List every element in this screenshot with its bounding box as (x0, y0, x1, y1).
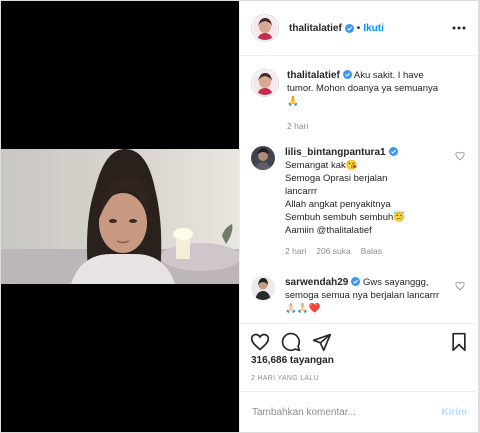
avatar[interactable] (251, 276, 275, 300)
comments-list[interactable]: thalitalatief Aku sakit. I have tumor. M… (240, 57, 479, 321)
comment-line: Semangat kak😘 (285, 160, 358, 171)
header-username[interactable]: thalitalatief (289, 23, 342, 34)
caption-row: thalitalatief Aku sakit. I have tumor. M… (240, 69, 479, 133)
avatar[interactable] (251, 14, 279, 42)
verified-icon (344, 23, 354, 33)
header-user-info: thalitalatief • Ikuti (289, 23, 450, 34)
post-header: thalitalatief • Ikuti (240, 1, 478, 56)
comment-body: lilis_bintangpantura1 Semangat kak😘 Semo… (285, 146, 450, 258)
comment-body: sarwendah29 Gws sayanggg, semoga semua n… (285, 276, 450, 315)
view-count[interactable]: 316,686 tayangan (251, 355, 334, 366)
comment-likes[interactable]: 206 suka (316, 245, 351, 258)
verified-icon (342, 70, 352, 79)
heart-icon[interactable] (455, 281, 465, 291)
comment-item: sarwendah29 Gws sayanggg, semoga semua n… (240, 276, 479, 315)
bookmark-icon[interactable] (449, 332, 469, 352)
heart-icon[interactable] (455, 151, 465, 161)
verified-icon (388, 147, 398, 156)
comment-line: Allah angkat penyakitnya (285, 199, 391, 210)
caption-username[interactable]: thalitalatief (287, 70, 340, 81)
comment-icon[interactable] (281, 332, 301, 352)
caption-time[interactable]: 2 hari (287, 120, 308, 133)
share-icon[interactable] (312, 332, 332, 352)
comment-line: Semoga Oprasi berjalan (285, 173, 388, 184)
avatar[interactable] (251, 146, 275, 170)
comment-line: Aamiin @thalitalatief (285, 225, 372, 236)
reply-button[interactable]: Balas (361, 245, 382, 258)
caption-meta: 2 hari (287, 120, 452, 133)
comment-item: lilis_bintangpantura1 Semangat kak😘 Semo… (240, 146, 479, 258)
comment-line: Sembuh sembuh sembuh😇 (285, 212, 406, 223)
video-frame-image (1, 149, 239, 284)
more-options-button[interactable] (450, 26, 468, 30)
post-details-panel: thalitalatief • Ikuti thalitalatief Aku … (239, 1, 479, 432)
more-options-icon (452, 26, 466, 30)
caption-body: thalitalatief Aku sakit. I have tumor. M… (287, 69, 452, 133)
follow-button[interactable]: Ikuti (363, 23, 384, 34)
comment-username[interactable]: lilis_bintangpantura1 (285, 147, 386, 158)
profile-picture (253, 16, 277, 40)
video-player[interactable] (1, 1, 239, 432)
profile-picture (253, 71, 277, 95)
instagram-post-window: thalitalatief • Ikuti thalitalatief Aku … (0, 0, 480, 433)
post-comment-button[interactable]: Kirim (441, 407, 467, 418)
separator-dot: • (356, 22, 361, 34)
comment-time[interactable]: 2 hari (285, 245, 306, 258)
verified-icon (351, 277, 361, 286)
add-comment-bar: Kirim (240, 391, 479, 432)
caption-avatar[interactable] (251, 69, 279, 97)
comment-line: lancarrr (285, 186, 318, 197)
comment-meta: 2 hari 206 suka Balas (285, 245, 450, 258)
comment-username[interactable]: sarwendah29 (285, 277, 348, 288)
comment-input[interactable] (252, 406, 442, 418)
heart-icon[interactable] (250, 332, 270, 352)
post-actions-bar (240, 323, 479, 359)
post-timestamp[interactable]: 2 HARI YANG LALU (251, 375, 319, 382)
